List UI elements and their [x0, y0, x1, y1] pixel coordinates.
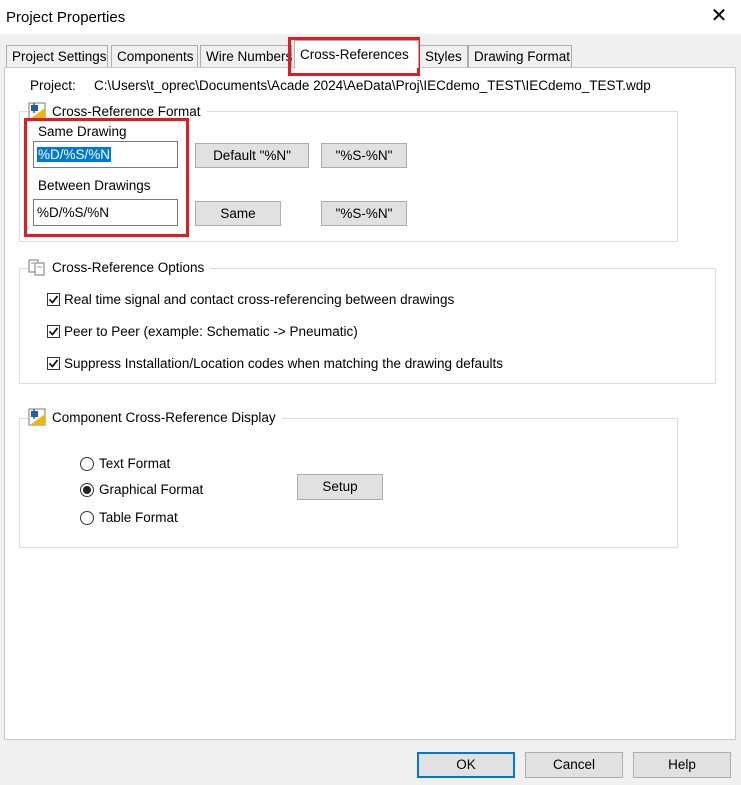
- realtime-xref-label: Real time signal and contact cross-refer…: [64, 292, 455, 307]
- graphical-format-radio-row[interactable]: Graphical Format: [80, 482, 203, 497]
- component-display-icon: [28, 408, 46, 426]
- table-format-radio-row[interactable]: Table Format: [80, 510, 178, 525]
- same-button[interactable]: Same: [195, 201, 281, 226]
- xref-format-title: Cross-Reference Format: [52, 103, 201, 119]
- table-format-radio[interactable]: [80, 510, 94, 525]
- tab-label: Components: [117, 49, 194, 64]
- text-format-radio-row[interactable]: Text Format: [80, 456, 170, 471]
- cancel-button[interactable]: Cancel: [525, 752, 623, 778]
- checkmark-icon: [48, 327, 59, 336]
- between-drawings-label: Between Drawings: [38, 178, 151, 193]
- peer-to-peer-label: Peer to Peer (example: Schematic -> Pneu…: [64, 324, 358, 339]
- tab-project-settings[interactable]: Project Settings: [6, 45, 108, 67]
- tab-label: Drawing Format: [474, 49, 571, 64]
- xref-format-icon: [28, 102, 46, 120]
- tab-wire-numbers[interactable]: Wire Numbers: [200, 45, 292, 67]
- tab-cross-references[interactable]: Cross-References: [294, 40, 419, 68]
- checkmark-icon: [48, 359, 59, 368]
- tab-styles[interactable]: Styles: [419, 45, 468, 67]
- project-label: Project:: [30, 78, 76, 93]
- peer-to-peer-checkbox-row[interactable]: Peer to Peer (example: Schematic -> Pneu…: [47, 324, 358, 339]
- same-drawing-label: Same Drawing: [38, 124, 127, 139]
- realtime-xref-checkbox-row[interactable]: Real time signal and contact cross-refer…: [47, 292, 454, 307]
- component-display-title: Component Cross-Reference Display: [52, 409, 276, 425]
- window-title: Project Properties: [6, 9, 126, 26]
- same-drawing-value: %D/%S/%N: [37, 147, 112, 162]
- between-drawings-value: %D/%S/%N: [37, 205, 110, 220]
- realtime-xref-checkbox[interactable]: [47, 293, 60, 306]
- tab-drawing-format[interactable]: Drawing Format: [468, 45, 572, 67]
- suppress-codes-label: Suppress Installation/Location codes whe…: [64, 356, 504, 371]
- xref-options-icon: [28, 259, 45, 276]
- default-n-button[interactable]: Default "%N": [195, 143, 309, 168]
- tab-label: Project Settings: [12, 49, 107, 64]
- close-icon[interactable]: ✕: [709, 6, 729, 26]
- tab-components[interactable]: Components: [111, 45, 198, 67]
- ok-button[interactable]: OK: [417, 752, 515, 778]
- tab-label: Styles: [425, 49, 462, 64]
- text-format-radio[interactable]: [80, 456, 94, 471]
- help-button[interactable]: Help: [633, 752, 731, 778]
- text-format-label: Text Format: [99, 456, 171, 471]
- s-n-button-same[interactable]: "%S-%N": [321, 143, 407, 168]
- s-n-button-between[interactable]: "%S-%N": [321, 201, 407, 226]
- graphical-format-label: Graphical Format: [99, 482, 204, 497]
- same-drawing-field[interactable]: %D/%S/%N: [33, 141, 178, 168]
- checkmark-icon: [48, 295, 59, 304]
- radio-selected-dot: [83, 485, 91, 494]
- component-display-header: Component Cross-Reference Display: [28, 408, 282, 426]
- suppress-codes-checkbox-row[interactable]: Suppress Installation/Location codes whe…: [47, 356, 503, 371]
- table-format-label: Table Format: [99, 510, 178, 525]
- title-bar: Project Properties ✕: [0, 0, 741, 34]
- setup-button[interactable]: Setup: [297, 474, 383, 500]
- xref-format-header: Cross-Reference Format: [28, 102, 207, 120]
- project-path: C:\Users\t_oprec\Documents\Acade 2024\Ae…: [94, 78, 651, 93]
- tab-label: Cross-References: [300, 47, 409, 62]
- tab-label: Wire Numbers: [206, 49, 293, 64]
- graphical-format-radio[interactable]: [80, 482, 94, 497]
- suppress-codes-checkbox[interactable]: [47, 357, 60, 370]
- xref-options-title: Cross-Reference Options: [52, 259, 205, 275]
- peer-to-peer-checkbox[interactable]: [47, 325, 60, 338]
- between-drawings-field[interactable]: %D/%S/%N: [33, 199, 178, 226]
- xref-options-header: Cross-Reference Options: [28, 258, 211, 276]
